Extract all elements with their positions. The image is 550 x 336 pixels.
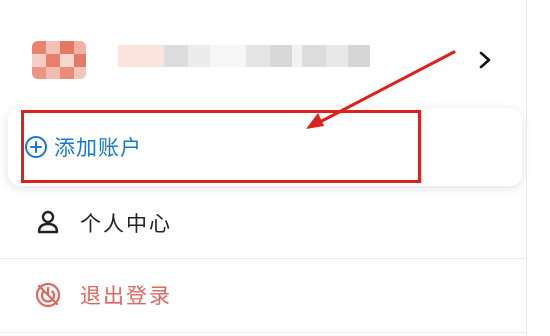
menu-item-profile-label: 个人中心 bbox=[80, 212, 172, 236]
add-account-label: 添加账户 bbox=[54, 136, 142, 160]
add-account-card: 添加账户 bbox=[8, 108, 522, 186]
account-menu-panel: 添加账户 个人中心 退出登录 bbox=[0, 0, 550, 336]
avatar-pixel bbox=[60, 41, 74, 54]
avatar-pixel bbox=[46, 41, 60, 54]
avatar-pixel bbox=[60, 67, 74, 79]
avatar-pixel bbox=[74, 67, 86, 79]
add-account-button[interactable]: 添加账户 bbox=[24, 130, 224, 164]
avatar bbox=[32, 41, 86, 79]
avatar-pixel bbox=[74, 41, 86, 54]
menu-item-logout[interactable]: 退出登录 bbox=[0, 262, 526, 328]
panel-border-right bbox=[526, 0, 527, 336]
avatar-pixel bbox=[74, 54, 86, 67]
plus-circle-icon bbox=[25, 136, 47, 158]
chevron-right-icon bbox=[479, 51, 491, 69]
avatar-pixel bbox=[60, 54, 74, 67]
avatar-pixel bbox=[32, 41, 46, 54]
menu-item-logout-label: 退出登录 bbox=[80, 284, 172, 308]
user-icon bbox=[37, 210, 59, 234]
account-name-obscured bbox=[118, 45, 372, 67]
logout-power-off-icon bbox=[35, 282, 61, 308]
menu-divider bbox=[0, 258, 526, 259]
panel-border-bottom bbox=[0, 332, 527, 333]
avatar-pixel bbox=[32, 54, 46, 67]
current-account-row[interactable] bbox=[0, 0, 526, 112]
menu-item-profile[interactable]: 个人中心 bbox=[0, 190, 526, 256]
avatar-pixel bbox=[46, 54, 60, 67]
avatar-pixel bbox=[32, 67, 46, 79]
avatar-pixel bbox=[46, 67, 60, 79]
